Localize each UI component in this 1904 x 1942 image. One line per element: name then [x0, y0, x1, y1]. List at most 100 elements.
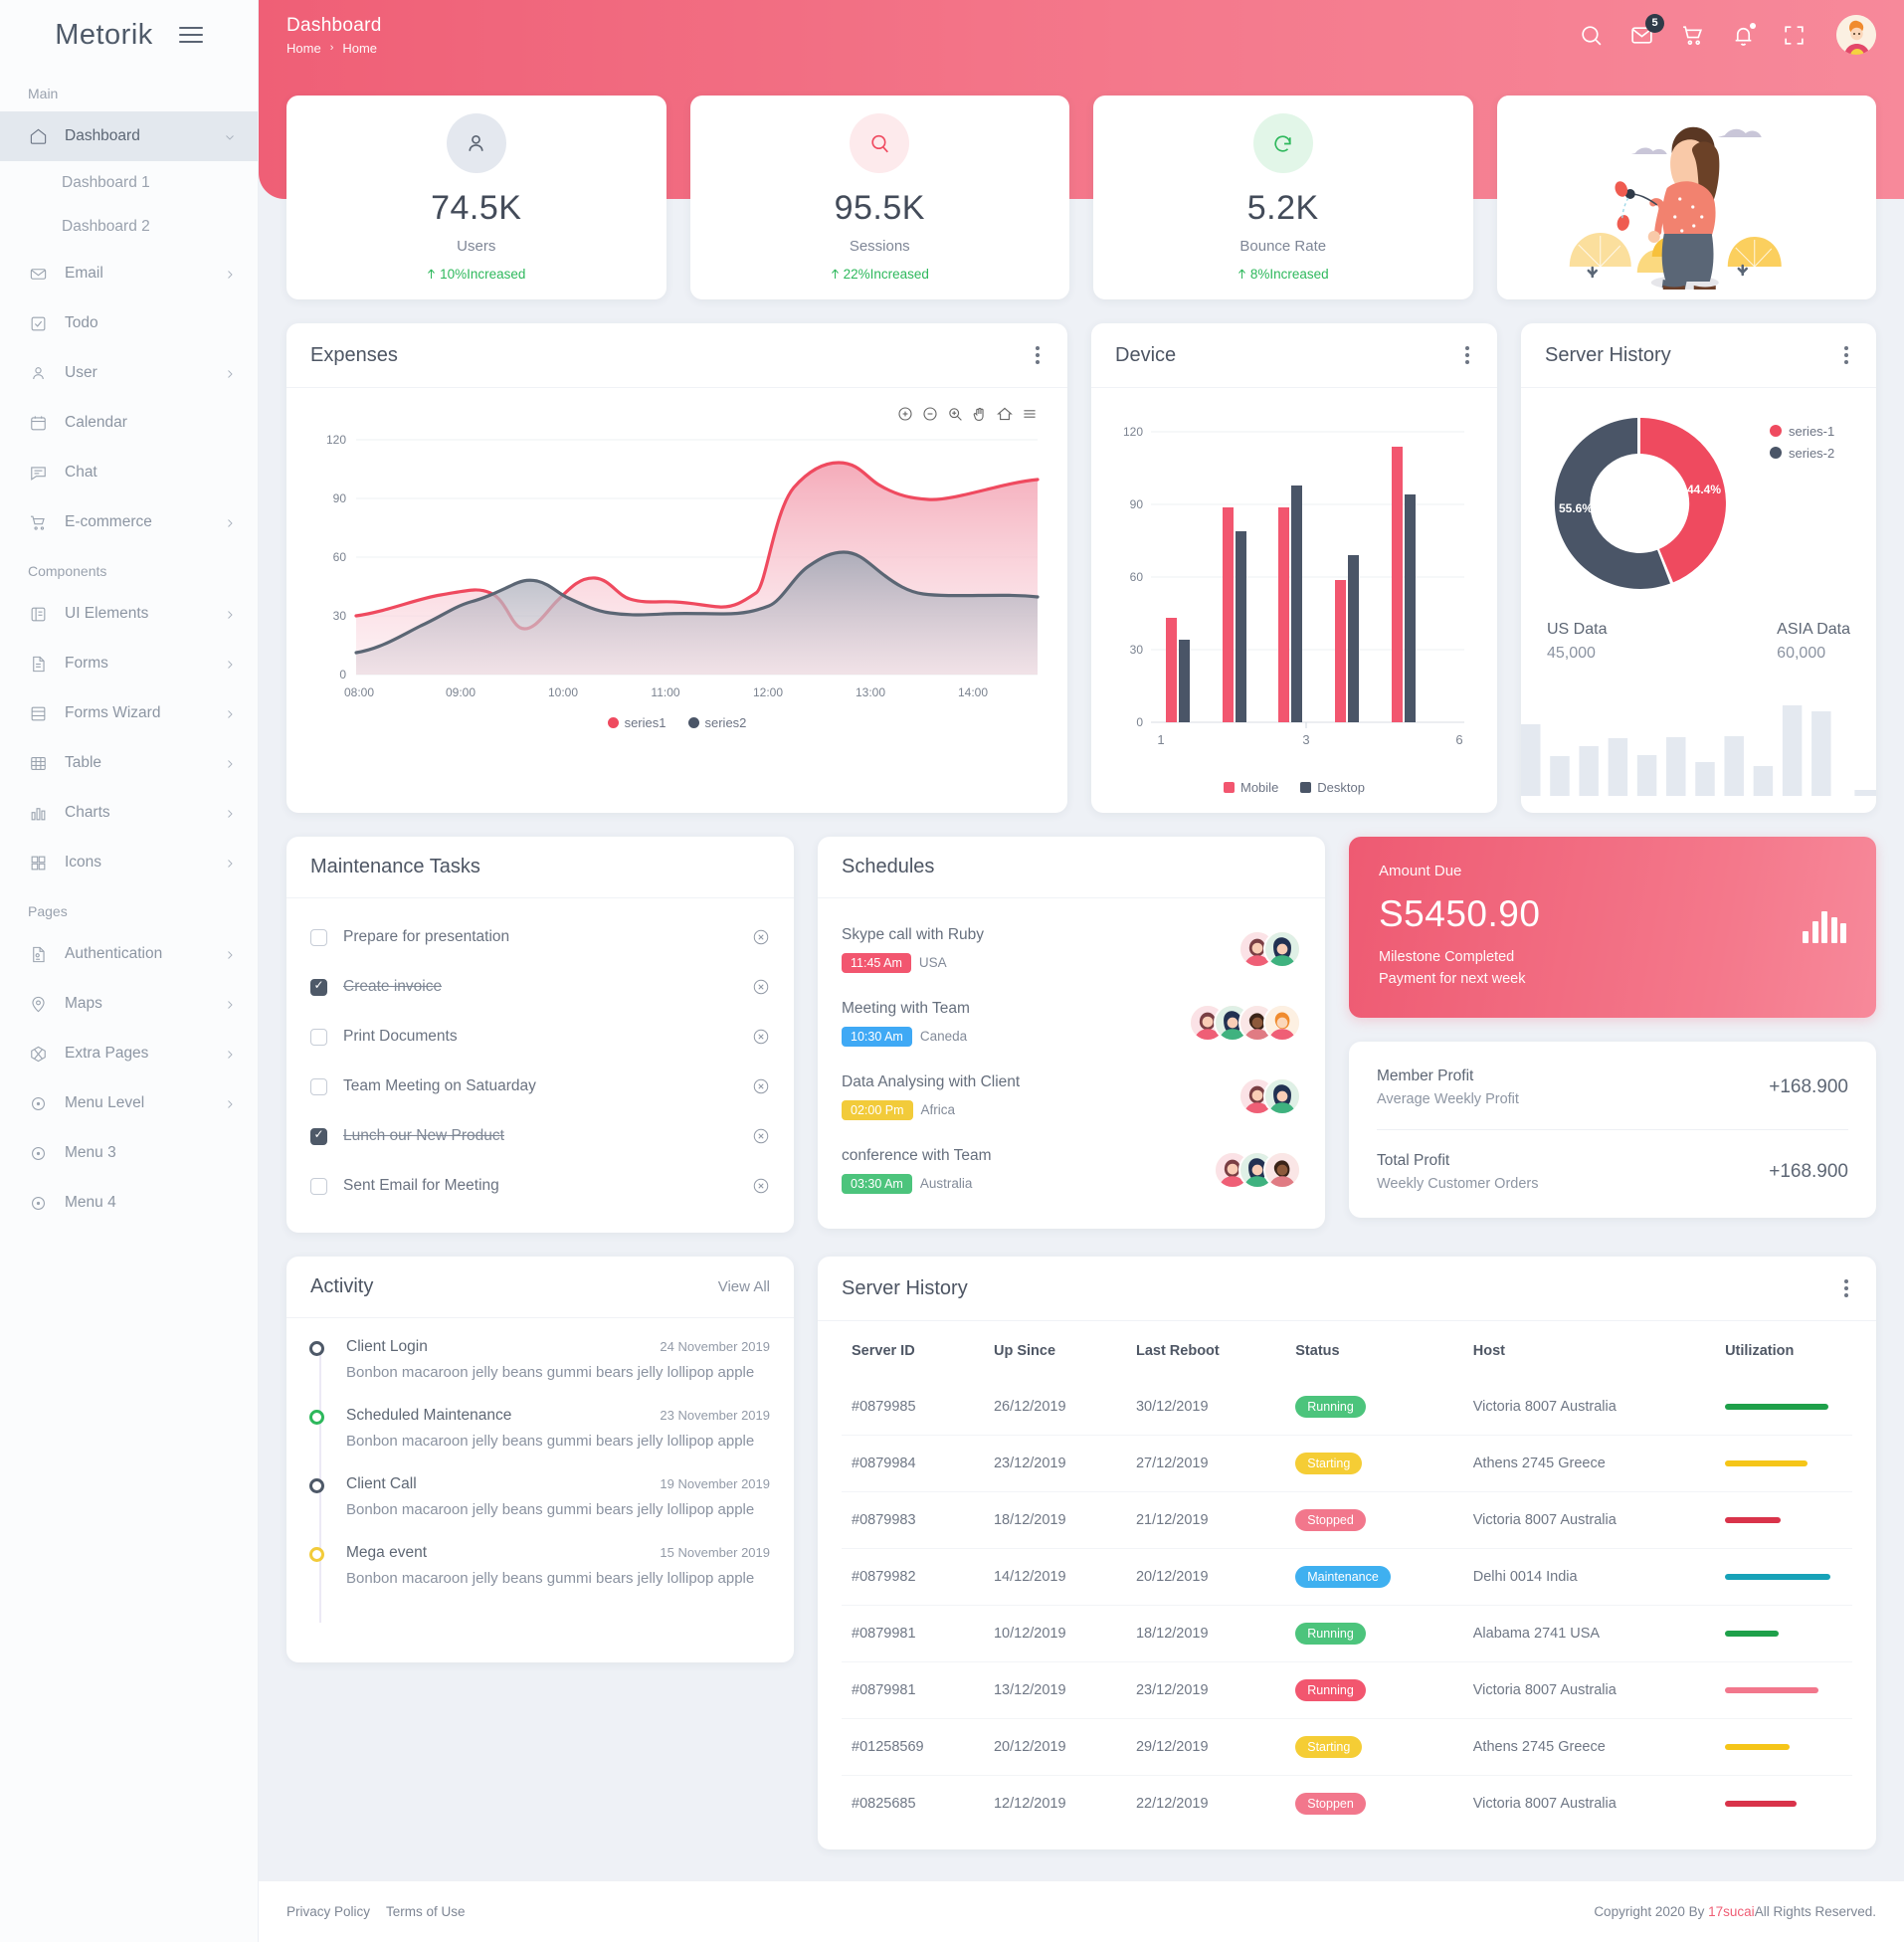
cell-host: Alabama 2741 USA: [1462, 1605, 1716, 1662]
task-checkbox[interactable]: [310, 1077, 327, 1095]
sidebar-item-extra-pages[interactable]: Extra Pages: [0, 1029, 258, 1078]
chevron-down-icon[interactable]: [224, 130, 236, 142]
card-title: Activity: [310, 1275, 374, 1297]
chevron-right-icon[interactable]: [224, 998, 236, 1010]
chevron-right-icon[interactable]: [224, 367, 236, 379]
sidebar-item-forms[interactable]: Forms: [0, 639, 258, 688]
close-circle-icon[interactable]: [752, 1077, 770, 1095]
schedule-item[interactable]: Data Analysing with Client 02:00 Pm Afri…: [842, 1060, 1301, 1133]
table-row[interactable]: #0879985 26/12/2019 30/12/2019 Running V…: [842, 1379, 1852, 1436]
hamburger-icon[interactable]: [178, 27, 203, 43]
sidebar-item-menu-4[interactable]: Menu 4: [0, 1178, 258, 1228]
pan-icon[interactable]: [972, 406, 988, 422]
fullscreen-icon[interactable]: [1782, 23, 1807, 48]
task-item[interactable]: Sent Email for Meeting: [310, 1161, 770, 1211]
sidebar-subitem-dashboard-1[interactable]: Dashboard 1: [0, 161, 258, 205]
zoom-in-icon[interactable]: [897, 406, 913, 422]
schedule-item[interactable]: Meeting with Team 10:30 Am Caneda: [842, 986, 1301, 1060]
kebab-menu-icon[interactable]: [1461, 342, 1473, 368]
task-item[interactable]: Prepare for presentation: [310, 912, 770, 962]
chevron-right-icon[interactable]: [224, 948, 236, 960]
sidebar-item-ui-elements[interactable]: UI Elements: [0, 589, 258, 639]
task-checkbox[interactable]: [310, 1127, 327, 1145]
sidebar-item-authentication[interactable]: Authentication: [0, 929, 258, 979]
table-row[interactable]: #0879984 23/12/2019 27/12/2019 Starting …: [842, 1435, 1852, 1492]
sidebar-item-menu-3[interactable]: Menu 3: [0, 1128, 258, 1178]
woman-with-balloons-illustration: [1496, 96, 1876, 299]
activity-date: 23 November 2019: [660, 1408, 770, 1423]
menu-icon[interactable]: [1022, 406, 1038, 422]
chevron-right-icon[interactable]: [224, 1097, 236, 1109]
sidebar-item-chat[interactable]: Chat: [0, 448, 258, 497]
sidebar-item-user[interactable]: User: [0, 348, 258, 398]
close-circle-icon[interactable]: [752, 978, 770, 996]
chevron-right-icon[interactable]: [224, 857, 236, 869]
sidebar-item-dashboard[interactable]: Dashboard: [0, 111, 258, 161]
sidebar-item-forms-wizard[interactable]: Forms Wizard: [0, 688, 258, 738]
reset-icon[interactable]: [997, 406, 1013, 422]
zoom-out-icon[interactable]: [922, 406, 938, 422]
task-item[interactable]: Create invoice: [310, 962, 770, 1012]
table-row[interactable]: #0879981 10/12/2019 18/12/2019 Running A…: [842, 1605, 1852, 1662]
chevron-right-icon[interactable]: [224, 516, 236, 528]
task-checkbox[interactable]: [310, 1028, 327, 1046]
close-circle-icon[interactable]: [752, 1028, 770, 1046]
cart-icon[interactable]: [1680, 23, 1705, 48]
legend-item-series2[interactable]: series2: [687, 715, 746, 730]
sidebar-item-maps[interactable]: Maps: [0, 979, 258, 1029]
sidebar-item-email[interactable]: Email: [0, 249, 258, 298]
task-checkbox[interactable]: [310, 1177, 327, 1195]
sidebar-item-todo[interactable]: Todo: [0, 298, 258, 348]
kebab-menu-icon[interactable]: [1032, 342, 1044, 368]
sidebar-item-label: UI Elements: [65, 605, 149, 622]
table-row[interactable]: #0879981 13/12/2019 23/12/2019 Running V…: [842, 1661, 1852, 1719]
schedule-item[interactable]: conference with Team 03:30 Am Australia: [842, 1133, 1301, 1207]
table-row[interactable]: #0825685 12/12/2019 22/12/2019 Stoppen V…: [842, 1775, 1852, 1832]
task-checkbox[interactable]: [310, 978, 327, 996]
nav-section-components: Components: [28, 563, 107, 579]
chevron-right-icon[interactable]: [224, 807, 236, 819]
task-item[interactable]: Print Documents: [310, 1012, 770, 1062]
sidebar-item-calendar[interactable]: Calendar: [0, 398, 258, 448]
terms-of-use-link[interactable]: Terms of Use: [386, 1904, 466, 1919]
table-row[interactable]: #01258569 20/12/2019 29/12/2019 Starting…: [842, 1718, 1852, 1776]
task-checkbox[interactable]: [310, 928, 327, 946]
mail-icon[interactable]: 5: [1629, 13, 1664, 48]
table-row[interactable]: #0879983 18/12/2019 21/12/2019 Stopped V…: [842, 1491, 1852, 1549]
sidebar-item-charts[interactable]: Charts: [0, 788, 258, 838]
close-circle-icon[interactable]: [752, 1177, 770, 1195]
chevron-right-icon[interactable]: [224, 1048, 236, 1060]
chevron-right-icon[interactable]: [224, 658, 236, 670]
chevron-right-icon[interactable]: [224, 268, 236, 280]
chevron-right-icon[interactable]: [224, 608, 236, 620]
kebab-menu-icon[interactable]: [1840, 342, 1852, 368]
legend-item-series1[interactable]: series1: [607, 715, 666, 730]
copyright-brand[interactable]: 17sucai: [1708, 1904, 1755, 1919]
legend-item-mobile[interactable]: Mobile: [1224, 780, 1278, 795]
sidebar-item-icons[interactable]: Icons: [0, 838, 258, 887]
bell-icon[interactable]: [1731, 22, 1756, 48]
sidebar-item-label: Charts: [65, 804, 110, 821]
search-icon[interactable]: [1579, 23, 1604, 48]
close-circle-icon[interactable]: [752, 1127, 770, 1145]
sidebar-subitem-dashboard-2[interactable]: Dashboard 2: [0, 205, 258, 249]
chevron-right-icon[interactable]: [224, 757, 236, 769]
sidebar-item-e-commerce[interactable]: E-commerce: [0, 497, 258, 547]
task-item[interactable]: Lunch our New Product: [310, 1111, 770, 1161]
sidebar-item-menu-level[interactable]: Menu Level: [0, 1078, 258, 1128]
schedule-item[interactable]: Skype call with Ruby 11:45 Am USA: [842, 912, 1301, 986]
sidebar-item-table[interactable]: Table: [0, 738, 258, 788]
breadcrumb-item-1[interactable]: Home: [342, 41, 377, 56]
breadcrumb-item-0[interactable]: Home: [286, 41, 321, 56]
task-item[interactable]: Team Meeting on Satuarday: [310, 1062, 770, 1111]
table-row[interactable]: #0879982 14/12/2019 20/12/2019 Maintenan…: [842, 1548, 1852, 1606]
view-all-link[interactable]: View All: [718, 1278, 770, 1295]
kebab-menu-icon[interactable]: [1840, 1275, 1852, 1301]
selection-zoom-icon[interactable]: [947, 406, 963, 422]
cell-last-reboot: 30/12/2019: [1135, 1399, 1209, 1415]
legend-item-desktop[interactable]: Desktop: [1300, 780, 1365, 795]
close-circle-icon[interactable]: [752, 928, 770, 946]
avatar[interactable]: [1836, 15, 1876, 55]
chevron-right-icon[interactable]: [224, 707, 236, 719]
privacy-policy-link[interactable]: Privacy Policy: [286, 1904, 370, 1919]
